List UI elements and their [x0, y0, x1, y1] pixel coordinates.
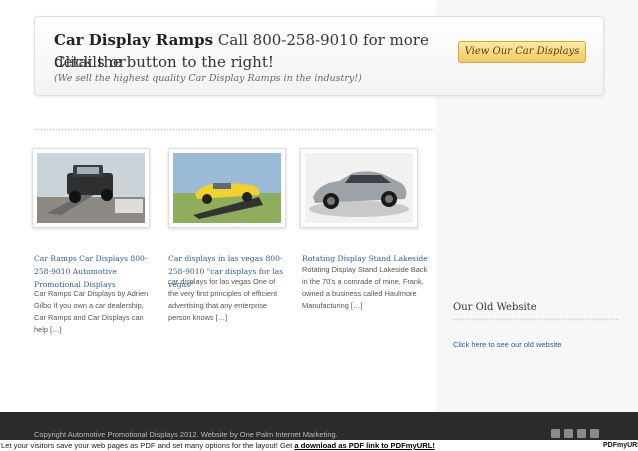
post-thumbnail-truck[interactable] [32, 148, 150, 228]
site-footer: Copyright Automotive Promotional Display… [0, 412, 638, 440]
rss-icon[interactable] [551, 429, 560, 438]
header-subtitle: (We sell the highest quality Car Display… [54, 73, 362, 84]
widget-title-old-website: Our Old Website [453, 302, 537, 313]
pdf-promo-bar: Let your visitors save your web pages as… [0, 440, 638, 451]
email-icon[interactable] [564, 429, 573, 438]
pdf-promo-message: Let your visitors save your web pages as… [1, 441, 295, 450]
post-excerpt-las-vegas: car displays for las vegas One of the ve… [168, 277, 278, 322]
silver-car-stand-image [305, 153, 413, 223]
facebook-icon[interactable] [590, 429, 599, 438]
post-title-car-ramps[interactable]: Car Ramps Car Displays 800-258-9010 Auto… [34, 252, 156, 291]
sidebar-divider [453, 318, 619, 321]
header-line2: Click the button to the right! [54, 53, 274, 71]
footer-copyright: Copyright Automotive Promotional Display… [34, 430, 338, 439]
old-website-link[interactable]: Click here to see our old website [453, 340, 561, 349]
post-excerpt-rotating-stand: Rotating Display Stand Lakeside Back in … [302, 265, 428, 310]
divider [34, 128, 434, 131]
header-title-brand: Car Display Ramps [54, 31, 214, 49]
view-car-displays-button[interactable]: View Our Car Displays [458, 41, 586, 63]
pdf-download-link[interactable]: a download as PDF link to PDFmyURL! [294, 441, 435, 450]
truck-ramp-image [37, 153, 145, 223]
pdf-promo-text: Let your visitors save your web pages as… [1, 440, 435, 451]
twitter-icon[interactable] [577, 429, 586, 438]
pdfmyurl-logo[interactable]: PDFmyURL [603, 440, 638, 451]
yellow-car-ramp-image [173, 153, 281, 223]
post-excerpt-car-ramps: Car Ramps Car Displays by Adrien Gilbo I… [34, 289, 149, 334]
header-callout: Car Display Ramps Call 800-258-9010 for … [34, 16, 604, 96]
post-thumbnail-yellow-car[interactable] [168, 148, 286, 228]
post-thumbnail-silver-car[interactable] [300, 148, 418, 228]
